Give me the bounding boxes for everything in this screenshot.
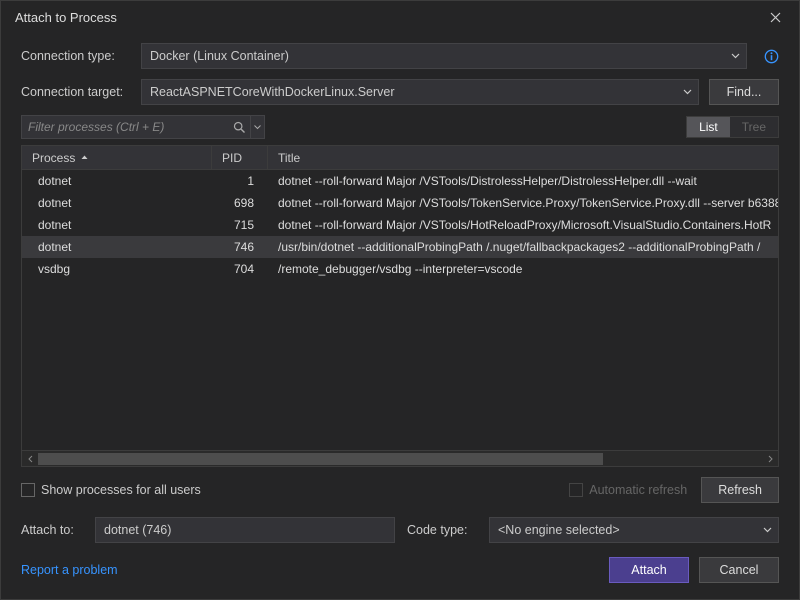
attach-button[interactable]: Attach [609, 557, 689, 583]
table-row[interactable]: dotnet746/usr/bin/dotnet --additionalPro… [22, 236, 778, 258]
cell-process: dotnet [22, 170, 212, 192]
horizontal-scrollbar[interactable] [22, 450, 778, 466]
chevron-down-icon [731, 53, 740, 59]
cell-pid: 746 [212, 236, 268, 258]
info-icon[interactable] [763, 48, 779, 64]
scroll-right-icon[interactable] [762, 451, 778, 467]
header-pid[interactable]: PID [212, 146, 268, 169]
automatic-refresh-checkbox: Automatic refresh [569, 483, 687, 497]
filter-input[interactable] [22, 120, 228, 134]
titlebar: Attach to Process [1, 1, 799, 33]
cell-process: dotnet [22, 236, 212, 258]
attach-to-field[interactable]: dotnet (746) [95, 517, 395, 543]
connection-type-label: Connection type: [21, 49, 131, 63]
code-type-label: Code type: [407, 523, 477, 537]
cell-process: dotnet [22, 192, 212, 214]
report-problem-link[interactable]: Report a problem [21, 563, 118, 577]
table-row[interactable]: vsdbg704/remote_debugger/vsdbg --interpr… [22, 258, 778, 280]
table-header: Process PID Title [22, 146, 778, 170]
scroll-track[interactable] [38, 453, 762, 465]
cell-pid: 698 [212, 192, 268, 214]
close-button[interactable] [759, 1, 791, 33]
cell-title: dotnet --roll-forward Major /VSTools/Tok… [268, 192, 778, 214]
connection-target-value: ReactASPNETCoreWithDockerLinux.Server [150, 85, 395, 99]
header-process[interactable]: Process [22, 146, 212, 169]
cancel-button[interactable]: Cancel [699, 557, 779, 583]
sort-asc-icon [81, 155, 88, 160]
cell-title: /usr/bin/dotnet --additionalProbingPath … [268, 236, 778, 258]
checkbox-icon [21, 483, 35, 497]
view-toggle: List Tree [686, 116, 779, 138]
connection-type-combo[interactable]: Docker (Linux Container) [141, 43, 747, 69]
connection-target-label: Connection target: [21, 85, 131, 99]
close-icon [770, 12, 781, 23]
attach-to-process-dialog: Attach to Process Connection type: Docke… [0, 0, 800, 600]
table-row[interactable]: dotnet1dotnet --roll-forward Major /VSTo… [22, 170, 778, 192]
view-tree-toggle[interactable]: Tree [730, 117, 778, 137]
attach-to-label: Attach to: [21, 523, 83, 537]
window-title: Attach to Process [15, 10, 759, 25]
header-title[interactable]: Title [268, 146, 778, 169]
cell-title: /remote_debugger/vsdbg --interpreter=vsc… [268, 258, 778, 280]
code-type-combo[interactable]: <No engine selected> [489, 517, 779, 543]
cell-pid: 715 [212, 214, 268, 236]
filter-box [21, 115, 265, 139]
find-button[interactable]: Find... [709, 79, 779, 105]
refresh-button[interactable]: Refresh [701, 477, 779, 503]
cell-title: dotnet --roll-forward Major /VSTools/Dis… [268, 170, 778, 192]
cell-pid: 1 [212, 170, 268, 192]
search-icon[interactable] [228, 121, 250, 134]
connection-target-combo[interactable]: ReactASPNETCoreWithDockerLinux.Server [141, 79, 699, 105]
show-all-users-checkbox[interactable]: Show processes for all users [21, 483, 201, 497]
checkbox-icon [569, 483, 583, 497]
table-body: dotnet1dotnet --roll-forward Major /VSTo… [22, 170, 778, 450]
cell-title: dotnet --roll-forward Major /VSTools/Hot… [268, 214, 778, 236]
scroll-left-icon[interactable] [22, 451, 38, 467]
cell-process: vsdbg [22, 258, 212, 280]
connection-type-value: Docker (Linux Container) [150, 49, 289, 63]
cell-process: dotnet [22, 214, 212, 236]
cell-pid: 704 [212, 258, 268, 280]
view-list-toggle[interactable]: List [687, 117, 730, 137]
scroll-thumb[interactable] [38, 453, 603, 465]
table-row[interactable]: dotnet698dotnet --roll-forward Major /VS… [22, 192, 778, 214]
chevron-down-icon [683, 89, 692, 95]
process-table: Process PID Title dotnet1dotnet --roll-f… [21, 145, 779, 467]
table-row[interactable]: dotnet715dotnet --roll-forward Major /VS… [22, 214, 778, 236]
chevron-down-icon [763, 527, 772, 533]
filter-dropdown[interactable] [250, 116, 264, 138]
